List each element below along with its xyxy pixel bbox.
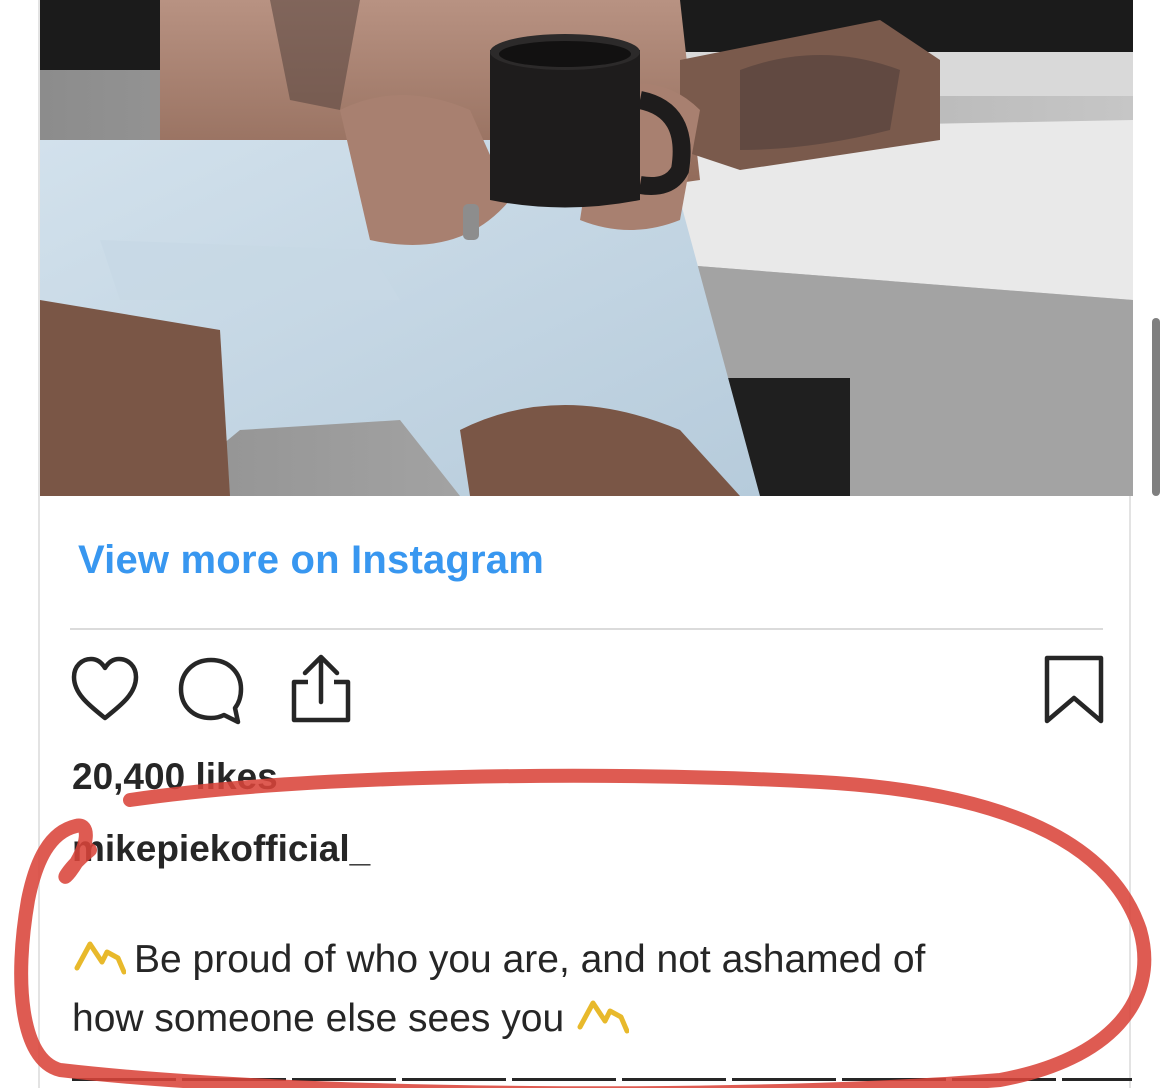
vertical-scrollbar[interactable]: [1152, 318, 1160, 496]
comment-bubble-icon[interactable]: [176, 656, 246, 726]
instagram-embed-card: View more on Instagram 20,400 likes mike…: [38, 0, 1133, 1088]
caption-line-2: how someone else sees you: [72, 997, 565, 1040]
flexed-arm-emoji-icon: [74, 936, 127, 991]
bookmark-icon[interactable]: [1042, 654, 1106, 726]
heart-icon[interactable]: [70, 656, 140, 722]
flexed-arm-emoji-icon: [577, 995, 630, 1050]
share-upload-icon[interactable]: [286, 652, 356, 724]
view-more-on-instagram-link[interactable]: View more on Instagram: [78, 538, 544, 583]
post-action-bar: [70, 652, 1106, 728]
post-caption: Be proud of who you are, and not ashamed…: [72, 932, 1062, 1050]
page: View more on Instagram 20,400 likes mike…: [0, 0, 1168, 1088]
caption-line-1: Be proud of who you are, and not ashamed…: [134, 938, 926, 981]
post-username[interactable]: mikepiekofficial_: [72, 828, 370, 870]
post-photo[interactable]: [40, 0, 1133, 496]
post-photo-graphic: [40, 0, 1133, 496]
likes-count[interactable]: 20,400 likes: [72, 756, 278, 798]
divider: [70, 628, 1103, 630]
caption-separator-line: [72, 1078, 1132, 1081]
